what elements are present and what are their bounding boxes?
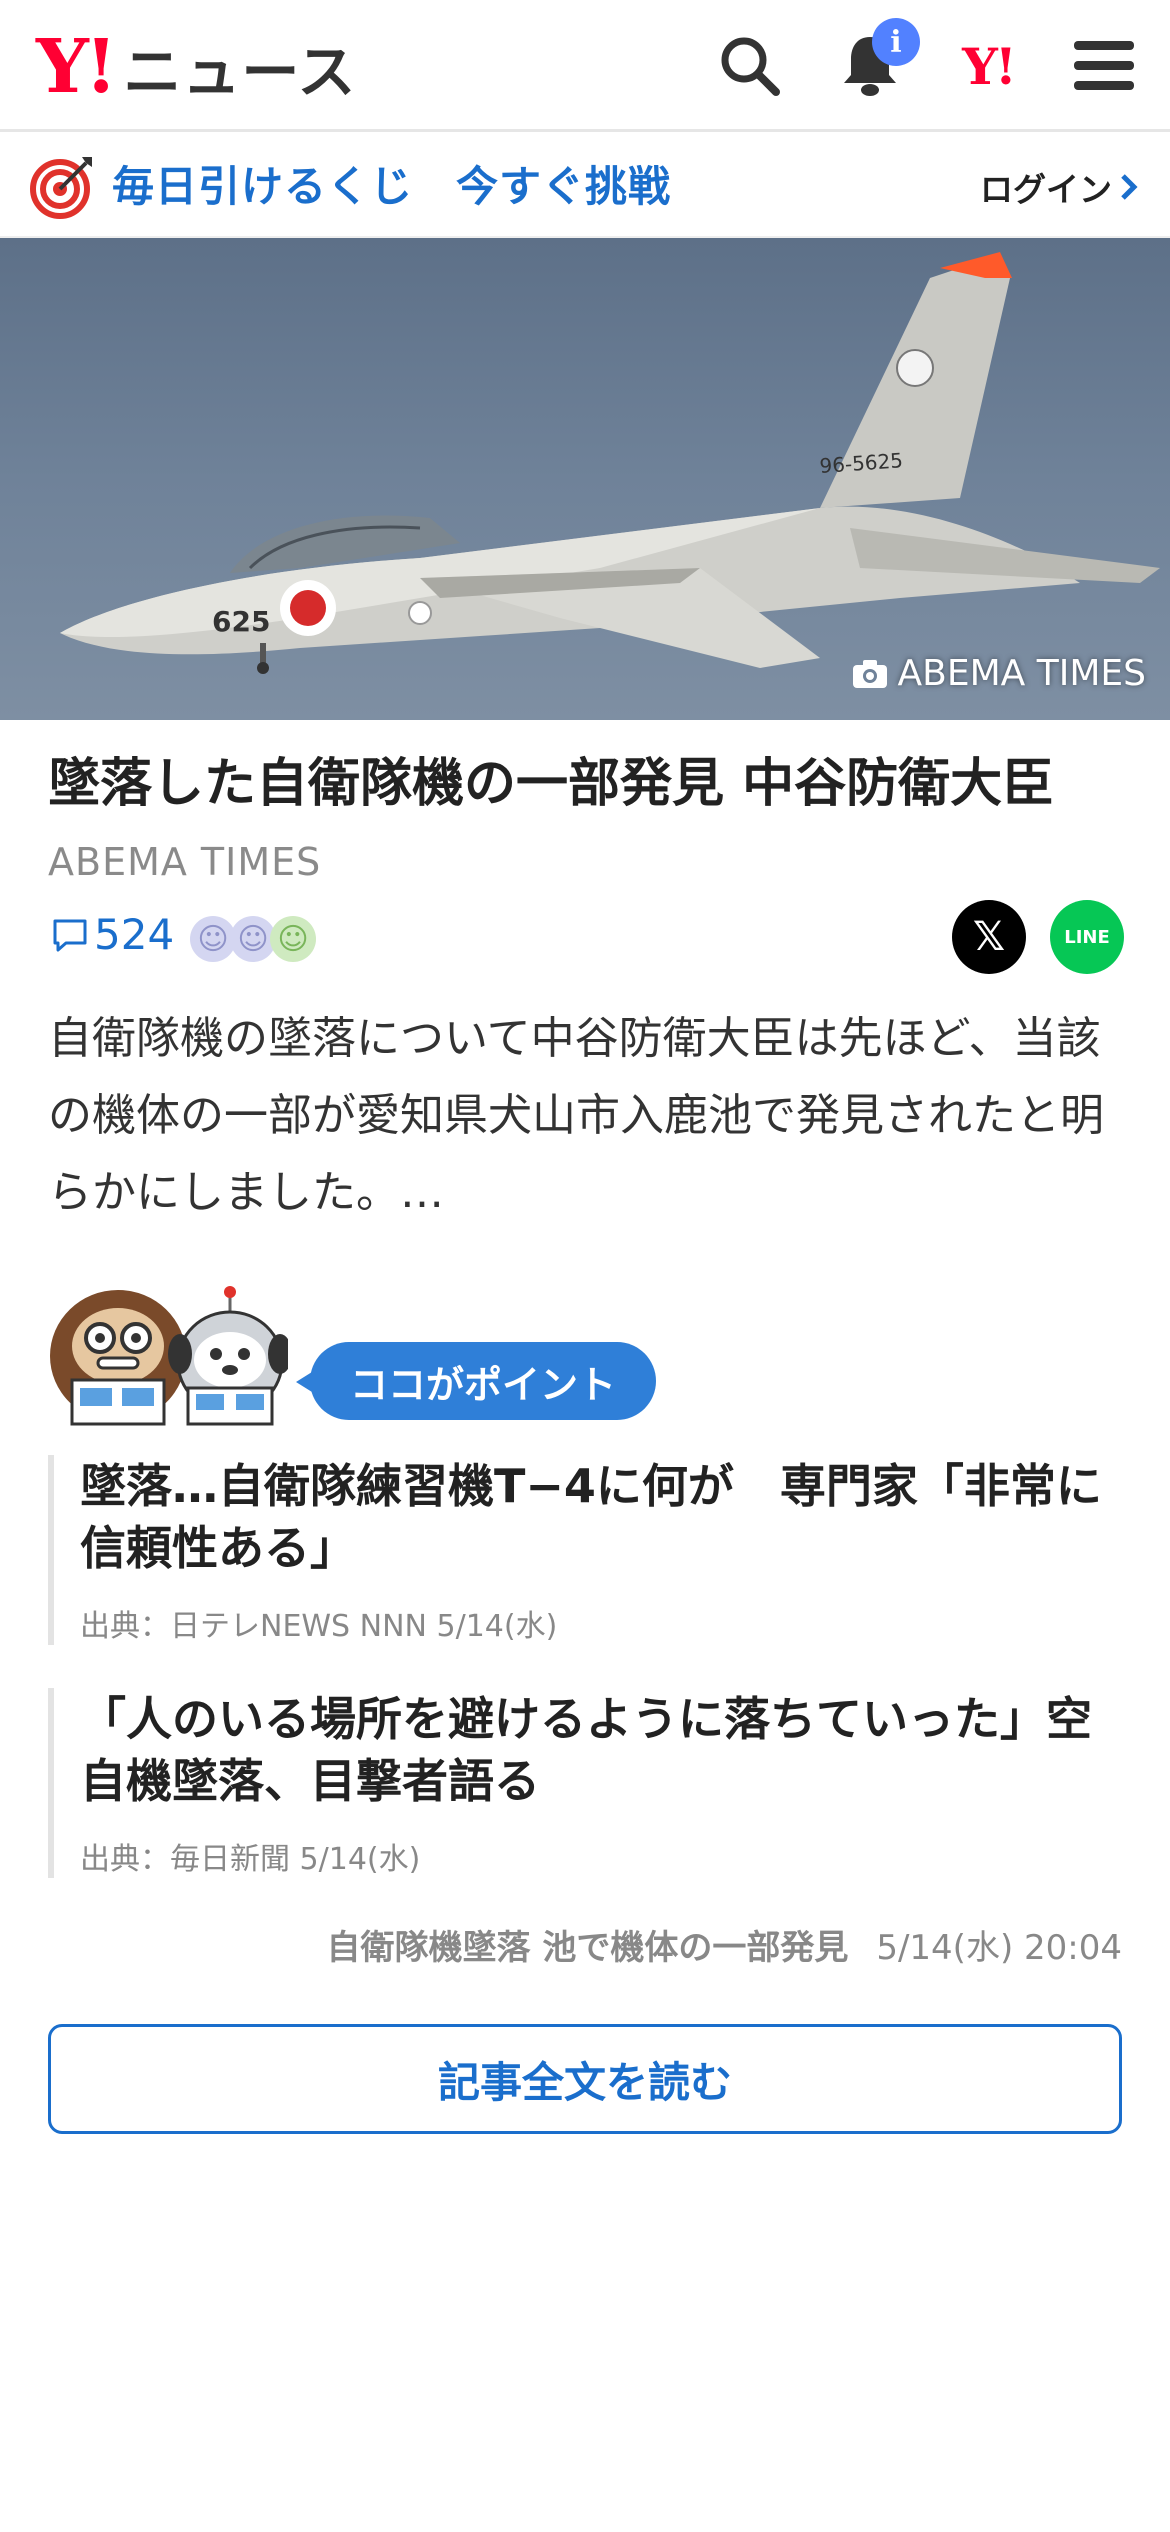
read-full-article-button[interactable]: 記事全文を読む (48, 2024, 1122, 2134)
smile-face-icon: ☺ (270, 916, 316, 962)
promo-text: 毎日引けるくじ 今すぐ挑戦 (112, 162, 672, 211)
camera-icon (852, 659, 887, 688)
login-label: ログイン (980, 170, 1112, 209)
app-header: Y! ニュース i Y! (0, 0, 1170, 132)
x-logo-icon: 𝕏 (972, 914, 1006, 960)
related-article-title: 墜落…自衛隊練習機T−4に何が 専門家「非常に信頼性ある」 (80, 1459, 1102, 1576)
lottery-promo-bar[interactable]: 毎日引けるくじ 今すぐ挑戦 ログイン (0, 135, 1170, 238)
comment-count: 524 (94, 910, 175, 959)
publish-timestamp: 5/14(水) 20:04 (876, 1928, 1122, 1968)
notification-badge: i (872, 18, 920, 66)
target-icon (30, 157, 92, 219)
credit-text: ABEMA TIMES (897, 653, 1146, 694)
reaction-faces: ☺ ☺ ☺ (190, 916, 316, 962)
article-hero-image[interactable]: 625 96-5625 ABEMA TIMES (0, 238, 1170, 720)
logo-text: ニュース (123, 38, 357, 106)
article-title[interactable]: 墜落した自衛隊機の一部発見 中谷防衛大臣 (48, 752, 1138, 817)
image-credit: ABEMA TIMES (852, 653, 1146, 694)
line-logo-icon: LINE (1064, 926, 1110, 948)
share-line-button[interactable]: LINE (1050, 900, 1124, 974)
jet-aircraft-image: 625 96-5625 (60, 252, 1160, 674)
article-source: ABEMA TIMES (48, 840, 322, 884)
related-article[interactable]: 「人のいる場所を避けるように落ちていった」空自機墜落、目撃者語る 出典：毎日新聞… (48, 1688, 1128, 1879)
related-article-source: 出典：毎日新聞 5/14(水) (80, 1842, 421, 1878)
logo-mark: Y! (36, 24, 117, 110)
yahoo-icon: Y! (962, 36, 1017, 96)
search-icon (721, 37, 780, 96)
related-article[interactable]: 墜落…自衛隊練習機T−4に何が 専門家「非常に信頼性ある」 出典：日テレNEWS… (48, 1455, 1128, 1646)
related-article-title: 「人のいる場所を避けるように落ちていった」空自機墜落、目撃者語る (80, 1692, 1092, 1809)
mascot-illustration (50, 1286, 288, 1426)
topic-meta: 自衛隊機墜落 池で機体の一部発見 5/14(水) 20:04 (326, 1920, 1122, 1969)
yahoo-news-logo[interactable]: Y! ニュース (36, 22, 356, 112)
nose-number: 625 (212, 605, 270, 638)
yahoo-top-button[interactable]: Y! (948, 26, 1028, 106)
search-button[interactable] (710, 26, 790, 106)
notifications-button[interactable]: i (830, 18, 920, 106)
related-article-source: 出典：日テレNEWS NNN 5/14(水) (80, 1609, 558, 1645)
point-label: ココがポイント (295, 1342, 657, 1420)
share-x-button[interactable]: 𝕏 (952, 900, 1026, 974)
menu-button[interactable] (1064, 26, 1144, 106)
article-summary[interactable]: 自衛隊機の墜落について中谷防衛大臣は先ほど、当該の機体の一部が愛知県犬山市入鹿池… (48, 1000, 1128, 1231)
topic-link[interactable]: 自衛隊機墜落 池で機体の一部発見 (326, 1920, 848, 1969)
hamburger-menu-icon (1074, 41, 1134, 90)
comments-link[interactable]: 524 (50, 910, 174, 959)
login-link[interactable]: ログイン (980, 163, 1140, 211)
chevron-right-icon (1121, 174, 1138, 200)
comment-icon (53, 919, 87, 951)
